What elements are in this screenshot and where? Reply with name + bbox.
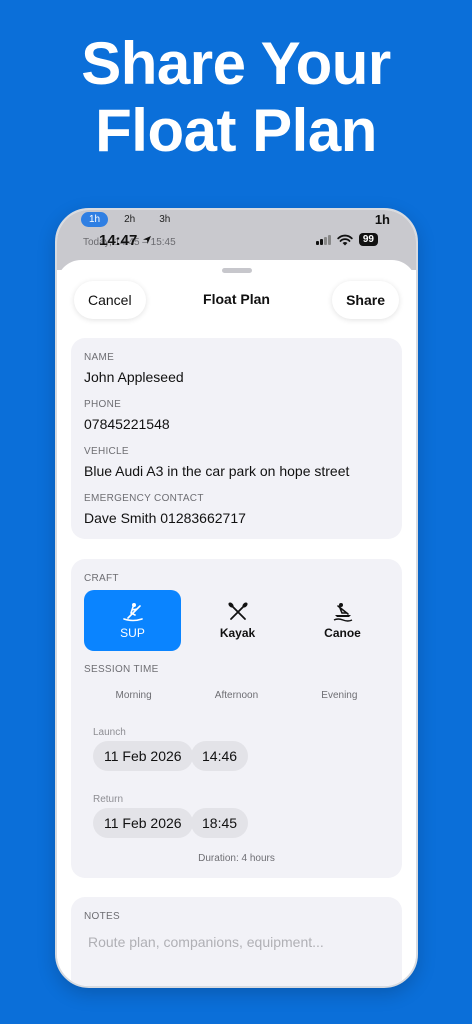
craft-option-kayak[interactable]: Kayak — [189, 590, 286, 651]
duration-indicator: 1h — [374, 212, 390, 227]
craft-option-label: Canoe — [324, 625, 361, 640]
phone-label: PHONE — [84, 399, 122, 410]
phone-frame: 1h 2h 3h 1h Today, 14:45 – 15:45 14:47 9… — [55, 208, 418, 988]
location-arrow-icon — [142, 236, 151, 244]
cellular-signal-icon — [315, 234, 331, 245]
session-option-evening[interactable]: Evening — [321, 690, 357, 701]
phone-field[interactable]: 07845221548 — [84, 416, 170, 432]
headline: Share Your Float Plan — [0, 30, 472, 164]
craft-label: CRAFT — [84, 573, 119, 584]
craft-option-sup[interactable]: SUP — [84, 590, 181, 651]
session-time-segmented-control: Morning Afternoon Evening — [84, 690, 389, 701]
paddleboard-icon — [122, 602, 143, 621]
craft-selector: SUP Kayak Canoe — [84, 590, 391, 651]
contact-details-card: NAME John Appleseed PHONE 07845221548 VE… — [71, 338, 402, 539]
tab-1h[interactable]: 1h — [81, 212, 109, 227]
session-option-morning[interactable]: Morning — [116, 690, 152, 701]
tab-2h[interactable]: 2h — [116, 212, 143, 227]
notes-label: NOTES — [84, 911, 120, 922]
canoe-icon — [333, 602, 352, 622]
name-label: NAME — [84, 352, 115, 363]
float-plan-sheet: Cancel Float Plan Share NAME John Apples… — [57, 260, 416, 986]
status-time: 14:47 — [99, 232, 152, 249]
vehicle-label: VEHICLE — [84, 446, 129, 457]
emergency-contact-field[interactable]: Dave Smith 01283662717 — [84, 510, 246, 526]
launch-time-picker[interactable]: 14:46 — [191, 741, 249, 771]
sheet-grabber[interactable] — [221, 268, 252, 273]
return-date-picker[interactable]: 11 Feb 2026 — [93, 808, 193, 838]
headline-line-1: Share Your — [81, 30, 391, 97]
craft-option-canoe[interactable]: Canoe — [294, 590, 391, 651]
launch-date-picker[interactable]: 11 Feb 2026 — [93, 741, 193, 771]
kayak-paddles-icon — [227, 601, 248, 620]
status-icons: 99 — [315, 233, 378, 246]
name-field[interactable]: John Appleseed — [84, 369, 184, 385]
return-label: Return — [93, 794, 124, 805]
session-card: CRAFT SUP Kayak Canoe SESSION TIME Morni… — [71, 559, 402, 878]
emergency-contact-label: EMERGENCY CONTACT — [84, 493, 204, 504]
duration-text: Duration: 4 hours — [198, 853, 275, 864]
session-time-label: SESSION TIME — [84, 664, 159, 675]
wifi-icon — [337, 234, 353, 245]
return-time-picker[interactable]: 18:45 — [191, 808, 249, 838]
session-option-afternoon[interactable]: Afternoon — [215, 690, 258, 701]
notes-field[interactable]: Route plan, companions, equipment... — [88, 934, 324, 950]
share-button[interactable]: Share — [332, 281, 399, 319]
craft-option-label: SUP — [120, 625, 145, 640]
tab-3h[interactable]: 3h — [151, 212, 178, 227]
headline-line-2: Float Plan — [95, 97, 377, 164]
battery-indicator: 99 — [358, 233, 378, 246]
launch-label: Launch — [93, 727, 126, 738]
craft-option-label: Kayak — [219, 625, 256, 640]
vehicle-field[interactable]: Blue Audi A3 in the car park on hope str… — [84, 463, 349, 479]
status-time-text: 14:47 — [99, 232, 138, 249]
duration-tabs: 1h 2h 3h — [81, 212, 178, 227]
notes-card: NOTES Route plan, companions, equipment.… — [71, 897, 402, 986]
